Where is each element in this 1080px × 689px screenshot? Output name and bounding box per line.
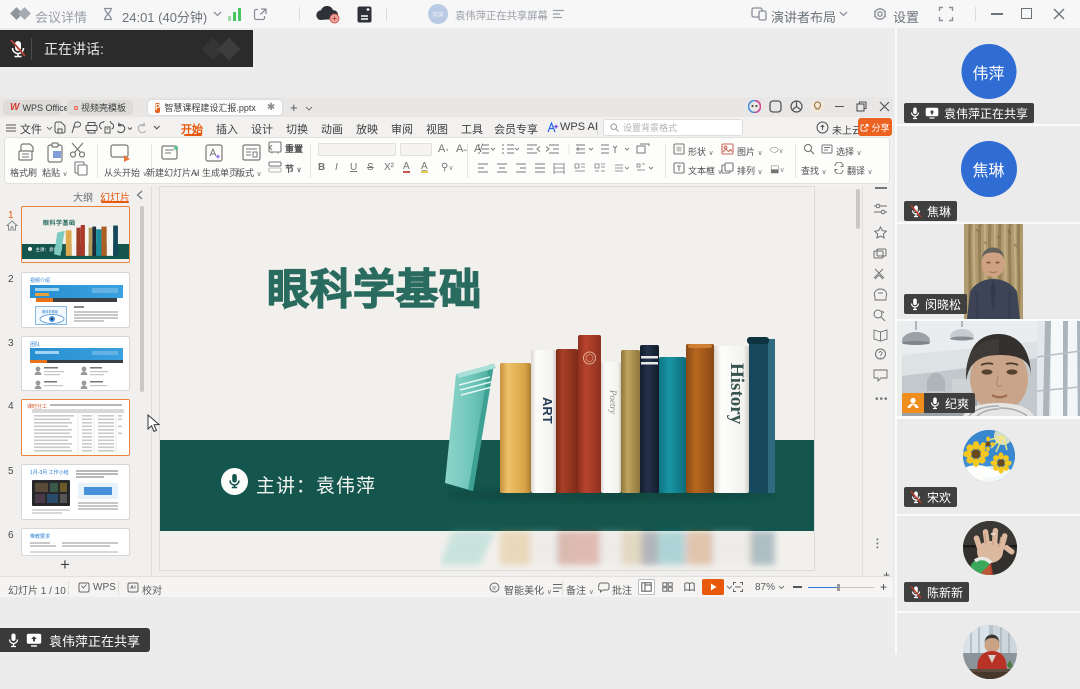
svg-text:History: History xyxy=(726,363,747,425)
svg-text:ART: ART xyxy=(540,397,555,424)
svg-text:Poetry: Poetry xyxy=(608,389,618,414)
